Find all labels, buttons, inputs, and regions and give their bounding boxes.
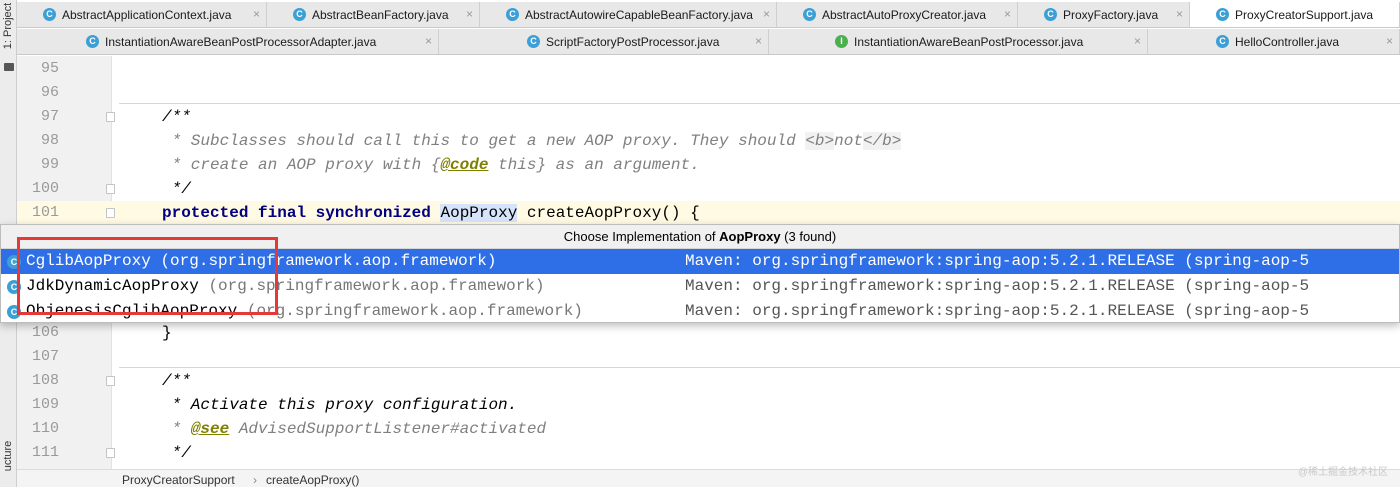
close-icon[interactable]: × — [425, 34, 432, 48]
code-text: * Activate this proxy configuration. — [162, 396, 518, 414]
aopproxy-symbol: AopProxy — [440, 204, 518, 222]
code-line[interactable]: 97 /** — [17, 105, 1400, 129]
interface-icon: I — [835, 35, 848, 48]
code-line[interactable]: 106 } — [17, 321, 1400, 345]
code-line[interactable]: 108 /** — [17, 369, 1400, 393]
close-icon[interactable]: × — [1004, 7, 1011, 21]
close-icon[interactable]: × — [253, 7, 260, 21]
code-text: */ — [162, 180, 191, 198]
code-line[interactable]: 98 * Subclasses should call this to get … — [17, 129, 1400, 153]
tab-label: InstantiationAwareBeanPostProcessorAdapt… — [105, 34, 377, 49]
code-text: /** — [162, 108, 191, 126]
line-number: 98 — [40, 132, 59, 149]
tab-proxy-creator-support[interactable]: C ProxyCreatorSupport.java — [1190, 2, 1400, 27]
close-icon[interactable]: × — [763, 7, 770, 21]
highlight-annotation-box — [17, 237, 278, 315]
tab-proxy-factory[interactable]: C ProxyFactory.java × — [1018, 2, 1190, 27]
line-number: 107 — [31, 348, 59, 365]
editor-tabs-row-2: C InstantiationAwareBeanPostProcessorAda… — [17, 29, 1400, 55]
editor-tabs-row-1: C AbstractApplicationContext.java × C Ab… — [17, 2, 1400, 28]
implementation-item-source: Maven: org.springframework:spring-aop:5.… — [685, 302, 1310, 320]
fold-icon[interactable] — [106, 184, 115, 194]
tab-abstract-auto-proxy-creator[interactable]: C AbstractAutoProxyCreator.java × — [777, 2, 1018, 27]
breadcrumb: ProxyCreatorSupport › createAopProxy() — [17, 469, 1400, 487]
class-icon: C — [1216, 8, 1229, 21]
line-number: 111 — [31, 444, 59, 461]
code-text: protected final synchronized AopProxy cr… — [162, 204, 700, 222]
code-text: /** — [162, 372, 191, 390]
watermark: @稀土掘金技术社区 — [1297, 467, 1388, 478]
line-number: 100 — [31, 180, 59, 197]
code-text: } — [162, 324, 172, 342]
tab-label: AbstractApplicationContext.java — [62, 7, 232, 22]
implementation-item-source: Maven: org.springframework:spring-aop:5.… — [685, 277, 1310, 295]
line-number: 108 — [31, 372, 59, 389]
code-text: * Subclasses should call this to get a n… — [162, 132, 902, 150]
tab-label: ScriptFactoryPostProcessor.java — [546, 34, 720, 49]
line-number: 97 — [40, 108, 59, 125]
tab-instantiation-aware-bean-post-processor-adapter[interactable]: C InstantiationAwareBeanPostProcessorAda… — [17, 29, 439, 54]
tab-label: ProxyCreatorSupport.java — [1235, 7, 1374, 22]
code-text: * @see AdvisedSupportListener#activated — [162, 420, 547, 438]
tab-label: InstantiationAwareBeanPostProcessor.java — [854, 34, 1084, 49]
code-text: * create an AOP proxy with {@code this} … — [162, 156, 700, 174]
breadcrumb-class[interactable]: ProxyCreatorSupport — [122, 473, 235, 487]
fold-icon[interactable] — [106, 376, 115, 386]
line-number: 101 — [31, 204, 59, 221]
tab-label: AbstractAutoProxyCreator.java — [822, 7, 987, 22]
code-line[interactable]: 111 */ — [17, 441, 1400, 465]
class-icon: C — [506, 8, 519, 21]
tab-abstract-bean-factory[interactable]: C AbstractBeanFactory.java × — [267, 2, 480, 27]
code-line[interactable]: 99 * create an AOP proxy with {@code thi… — [17, 153, 1400, 177]
class-icon: C — [1216, 35, 1229, 48]
fold-icon[interactable] — [106, 112, 115, 122]
tab-instantiation-aware-bean-post-processor[interactable]: I InstantiationAwareBeanPostProcessor.ja… — [769, 29, 1148, 54]
close-icon[interactable]: × — [755, 34, 762, 48]
tab-script-factory-post-processor[interactable]: C ScriptFactoryPostProcessor.java × — [439, 29, 769, 54]
code-line[interactable]: 95 — [17, 57, 1400, 81]
line-number: 106 — [31, 324, 59, 341]
structure-tool-button[interactable]: ucture — [2, 426, 14, 486]
tab-hello-controller[interactable]: C HelloController.java × — [1148, 29, 1400, 54]
class-icon: C — [1044, 8, 1057, 21]
fold-icon[interactable] — [106, 208, 115, 218]
close-icon[interactable]: × — [466, 7, 473, 21]
implementation-item-source: Maven: org.springframework:spring-aop:5.… — [685, 252, 1310, 270]
class-icon: C — [293, 8, 306, 21]
code-line[interactable]: 96 — [17, 81, 1400, 105]
code-line[interactable]: 100 */ — [17, 177, 1400, 201]
line-number: 109 — [31, 396, 59, 413]
project-tool-button[interactable]: 1: Project — [2, 0, 14, 56]
folder-icon — [4, 63, 14, 71]
breadcrumb-separator: › — [253, 473, 257, 487]
code-line-current[interactable]: 101 protected final synchronized AopProx… — [17, 201, 1400, 225]
method-separator — [119, 367, 1400, 368]
tab-label: AbstractBeanFactory.java — [312, 7, 449, 22]
class-icon: C — [527, 35, 540, 48]
tab-label: ProxyFactory.java — [1063, 7, 1159, 22]
class-icon: C — [43, 8, 56, 21]
fold-icon[interactable] — [106, 448, 115, 458]
close-icon[interactable]: × — [1386, 34, 1393, 48]
tab-abstract-application-context[interactable]: C AbstractApplicationContext.java × — [17, 2, 267, 27]
breadcrumb-method[interactable]: createAopProxy() — [266, 473, 359, 487]
close-icon[interactable]: × — [1176, 7, 1183, 21]
code-text: */ — [162, 444, 191, 462]
line-number: 110 — [31, 420, 59, 437]
code-line[interactable]: 109 * Activate this proxy configuration. — [17, 393, 1400, 417]
line-number: 96 — [40, 84, 59, 101]
line-number: 95 — [40, 60, 59, 77]
close-icon[interactable]: × — [1134, 34, 1141, 48]
class-icon: C — [86, 35, 99, 48]
line-number: 99 — [40, 156, 59, 173]
tab-label: HelloController.java — [1235, 34, 1340, 49]
code-line[interactable]: 107 — [17, 345, 1400, 369]
tab-abstract-autowire-capable-bean-factory[interactable]: C AbstractAutowireCapableBeanFactory.jav… — [480, 2, 777, 27]
method-separator — [119, 103, 1400, 104]
tab-label: AbstractAutowireCapableBeanFactory.java — [525, 7, 753, 22]
code-line[interactable]: 110 * @see AdvisedSupportListener#activa… — [17, 417, 1400, 441]
class-icon: C — [803, 8, 816, 21]
